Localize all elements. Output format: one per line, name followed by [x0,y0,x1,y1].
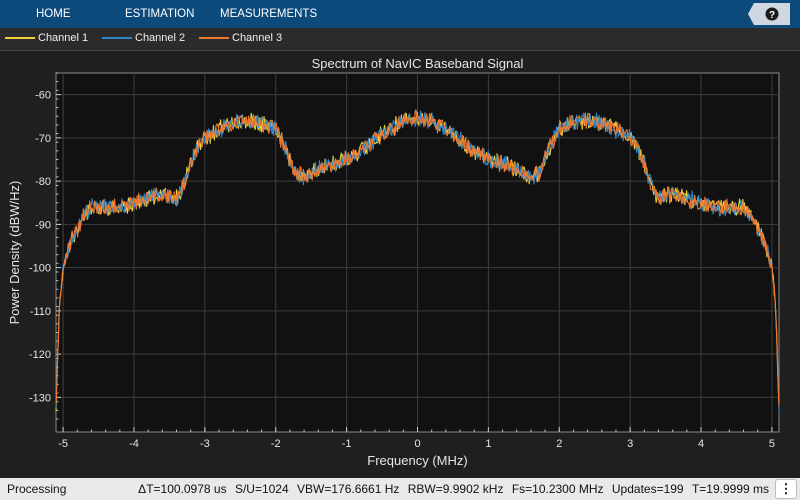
y-axis-label: Power Density (dBW/Hz) [7,181,22,325]
x-tick-label: -3 [200,438,210,450]
legend-swatch-3 [199,37,229,40]
legend-channel-2[interactable]: Channel 2 [102,28,185,50]
legend-label-3: Channel 3 [232,32,283,44]
y-tick-label: -80 [35,176,51,188]
legend-channel-1[interactable]: Channel 1 [5,28,88,50]
legend-bar: Channel 1 Channel 2 Channel 3 [0,28,800,51]
status-fs: Fs=10.2300 MHz [511,482,604,496]
x-tick-label: -4 [129,438,139,450]
x-tick-label: -2 [271,438,281,450]
x-tick-label: 2 [556,438,562,450]
status-rbw: RBW=9.9902 kHz [407,482,504,496]
y-tick-label: -100 [29,263,51,275]
status-updates: Updates=199 [611,482,684,496]
status-time: T=19.9999 ms [691,482,769,496]
status-text: Processing [7,482,67,496]
y-tick-label: -70 [35,133,51,145]
y-tick-label: -60 [35,90,51,102]
spectrum-chart[interactable]: -5 -4 -3 -2 -1 0 1 2 3 4 5 -60 -70 -80 -90 -100 -110 -120… [0,51,800,476]
legend-label-2: Channel 2 [135,32,186,44]
status-vbw: VBW=176.6661 Hz [297,482,400,496]
x-tick-label: -5 [58,438,68,450]
toolstrip: HOME ESTIMATION MEASUREMENTS ? [0,0,800,28]
y-tick-label: -120 [29,349,51,361]
x-tick-label: -1 [342,438,352,450]
tab-measurements[interactable]: MEASUREMENTS [220,0,317,28]
tab-estimation[interactable]: ESTIMATION [125,0,194,28]
status-delta-t: ΔT=100.0978 us [138,482,227,496]
help-label: ? [769,10,775,21]
x-tick-label: 5 [769,438,775,450]
tab-home[interactable]: HOME [36,0,71,28]
legend-swatch-1 [5,37,35,40]
help-button[interactable]: ? [748,3,790,25]
y-tick-label: -130 [29,392,51,404]
more-options-button[interactable]: ⋮ [775,479,797,499]
status-readouts: ΔT=100.0978 us S/U=1024 VBW=176.6661 Hz … [133,478,769,500]
x-tick-label: 1 [485,438,491,450]
legend-label-1: Channel 1 [38,32,89,44]
y-tick-label: -90 [35,219,51,231]
plot-area: -5 -4 -3 -2 -1 0 1 2 3 4 5 -60 -70 -80 -90 -100 -110 -120… [0,51,800,476]
x-tick-label: 0 [414,438,420,450]
status-bar: Processing ΔT=100.0978 us S/U=1024 VBW=1… [0,478,800,500]
x-axis-label: Frequency (MHz) [367,453,467,468]
chart-title: Spectrum of NavIC Baseband Signal [312,56,524,71]
x-tick-label: 4 [698,438,704,450]
y-tick-label: -110 [30,306,51,318]
x-tick-label: 3 [627,438,633,450]
legend-channel-3[interactable]: Channel 3 [199,28,282,50]
status-su: S/U=1024 [234,482,289,496]
legend-swatch-2 [102,37,132,40]
